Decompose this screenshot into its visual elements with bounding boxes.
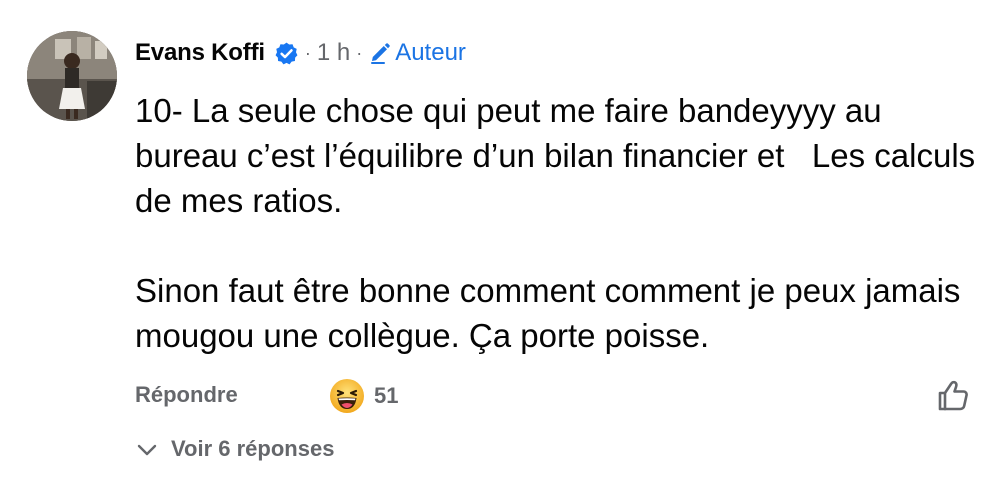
thumbs-up-icon xyxy=(938,380,968,411)
reaction-count: 51 xyxy=(374,383,399,408)
chevron-down-icon xyxy=(135,437,159,461)
comment-header: Evans Koffi · 1 h · Auteur xyxy=(135,33,466,73)
author-avatar[interactable] xyxy=(27,31,117,121)
comment-paragraph: Sinon faut être bonne comment comment je… xyxy=(135,272,970,354)
avatar-photo xyxy=(27,31,117,121)
reaction-summary[interactable]: 51 xyxy=(328,377,398,415)
haha-emoji-icon xyxy=(330,379,364,413)
reply-button[interactable]: Répondre xyxy=(135,382,238,408)
author-badge: Auteur xyxy=(395,39,466,66)
separator-dot: · xyxy=(304,42,311,63)
view-replies-button[interactable]: Voir 6 réponses xyxy=(135,436,334,462)
comment-paragraph: 10- La seule chose qui peut me faire ban… xyxy=(135,92,985,219)
comment-actions: Répondre 51 xyxy=(135,376,975,416)
comment-timestamp[interactable]: 1 h xyxy=(317,39,350,67)
comment-text: 10- La seule chose qui peut me faire ban… xyxy=(135,88,985,358)
separator-dot: · xyxy=(356,42,363,63)
like-button[interactable] xyxy=(934,376,972,414)
verified-badge-icon xyxy=(274,41,299,66)
author-name[interactable]: Evans Koffi xyxy=(135,39,265,67)
pencil-icon xyxy=(368,41,392,65)
view-replies-label: Voir 6 réponses xyxy=(171,436,335,461)
